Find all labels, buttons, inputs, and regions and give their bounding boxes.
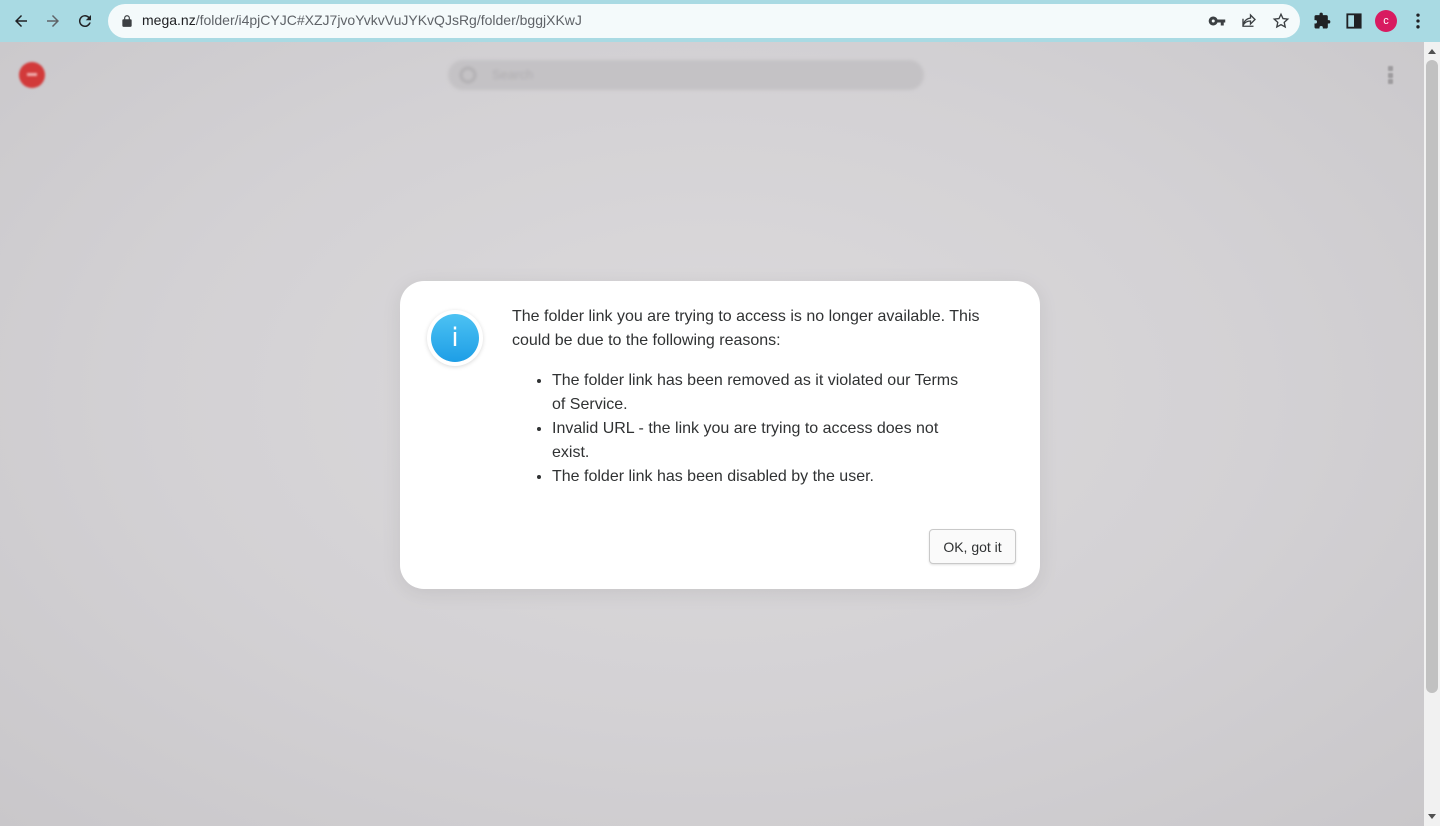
- back-button[interactable]: [5, 5, 37, 37]
- page-scrollbar[interactable]: [1424, 42, 1440, 826]
- scroll-down-arrow-icon[interactable]: [1428, 814, 1436, 819]
- extensions-icon[interactable]: [1312, 11, 1332, 31]
- mega-logo-icon: [19, 62, 45, 88]
- reasons-list: The folder link has been removed as it v…: [552, 369, 962, 489]
- menu-icon[interactable]: [1408, 11, 1428, 31]
- search-bar: Search: [448, 60, 924, 90]
- share-icon[interactable]: [1240, 12, 1258, 30]
- back-icon: [15, 15, 27, 27]
- url-host: mega.nz: [142, 12, 196, 28]
- scroll-thumb[interactable]: [1426, 60, 1438, 693]
- reason-item: Invalid URL - the link you are trying to…: [552, 417, 962, 465]
- key-icon[interactable]: [1208, 12, 1226, 30]
- ok-got-it-button[interactable]: OK, got it: [929, 529, 1016, 564]
- address-bar[interactable]: mega.nz/folder/i4pjCYJC#XZJ7jvoYvkvVuJYK…: [108, 4, 1300, 38]
- reload-button[interactable]: [69, 5, 101, 37]
- browser-toolbar: mega.nz/folder/i4pjCYJC#XZJ7jvoYvkvVuJYK…: [0, 0, 1440, 42]
- info-glyph: i: [431, 314, 479, 362]
- scroll-up-arrow-icon[interactable]: [1428, 49, 1436, 54]
- reason-item: The folder link has been removed as it v…: [552, 369, 962, 417]
- page-background: Search i The folder link you are trying …: [0, 42, 1424, 826]
- reason-item: The folder link has been disabled by the…: [552, 465, 962, 489]
- reload-icon: [78, 15, 91, 28]
- search-placeholder: Search: [492, 67, 534, 82]
- search-icon: [460, 67, 476, 83]
- forward-icon: [47, 15, 59, 27]
- url-text[interactable]: mega.nz/folder/i4pjCYJC#XZJ7jvoYvkvVuJYK…: [142, 12, 582, 28]
- profile-avatar[interactable]: c: [1375, 10, 1397, 32]
- dialog-message: The folder link you are trying to access…: [512, 308, 980, 349]
- info-icon: i: [427, 310, 483, 366]
- star-icon[interactable]: [1272, 12, 1290, 30]
- forward-button[interactable]: [37, 5, 69, 37]
- folder-unavailable-dialog: i The folder link you are trying to acce…: [400, 281, 1040, 589]
- url-path: /folder/i4pjCYJC#XZJ7jvoYvkvVuJYKvQJsRg/…: [195, 12, 582, 28]
- side-panel-icon[interactable]: [1344, 11, 1364, 31]
- lock-icon[interactable]: [120, 14, 134, 28]
- more-options-icon: [1388, 66, 1393, 84]
